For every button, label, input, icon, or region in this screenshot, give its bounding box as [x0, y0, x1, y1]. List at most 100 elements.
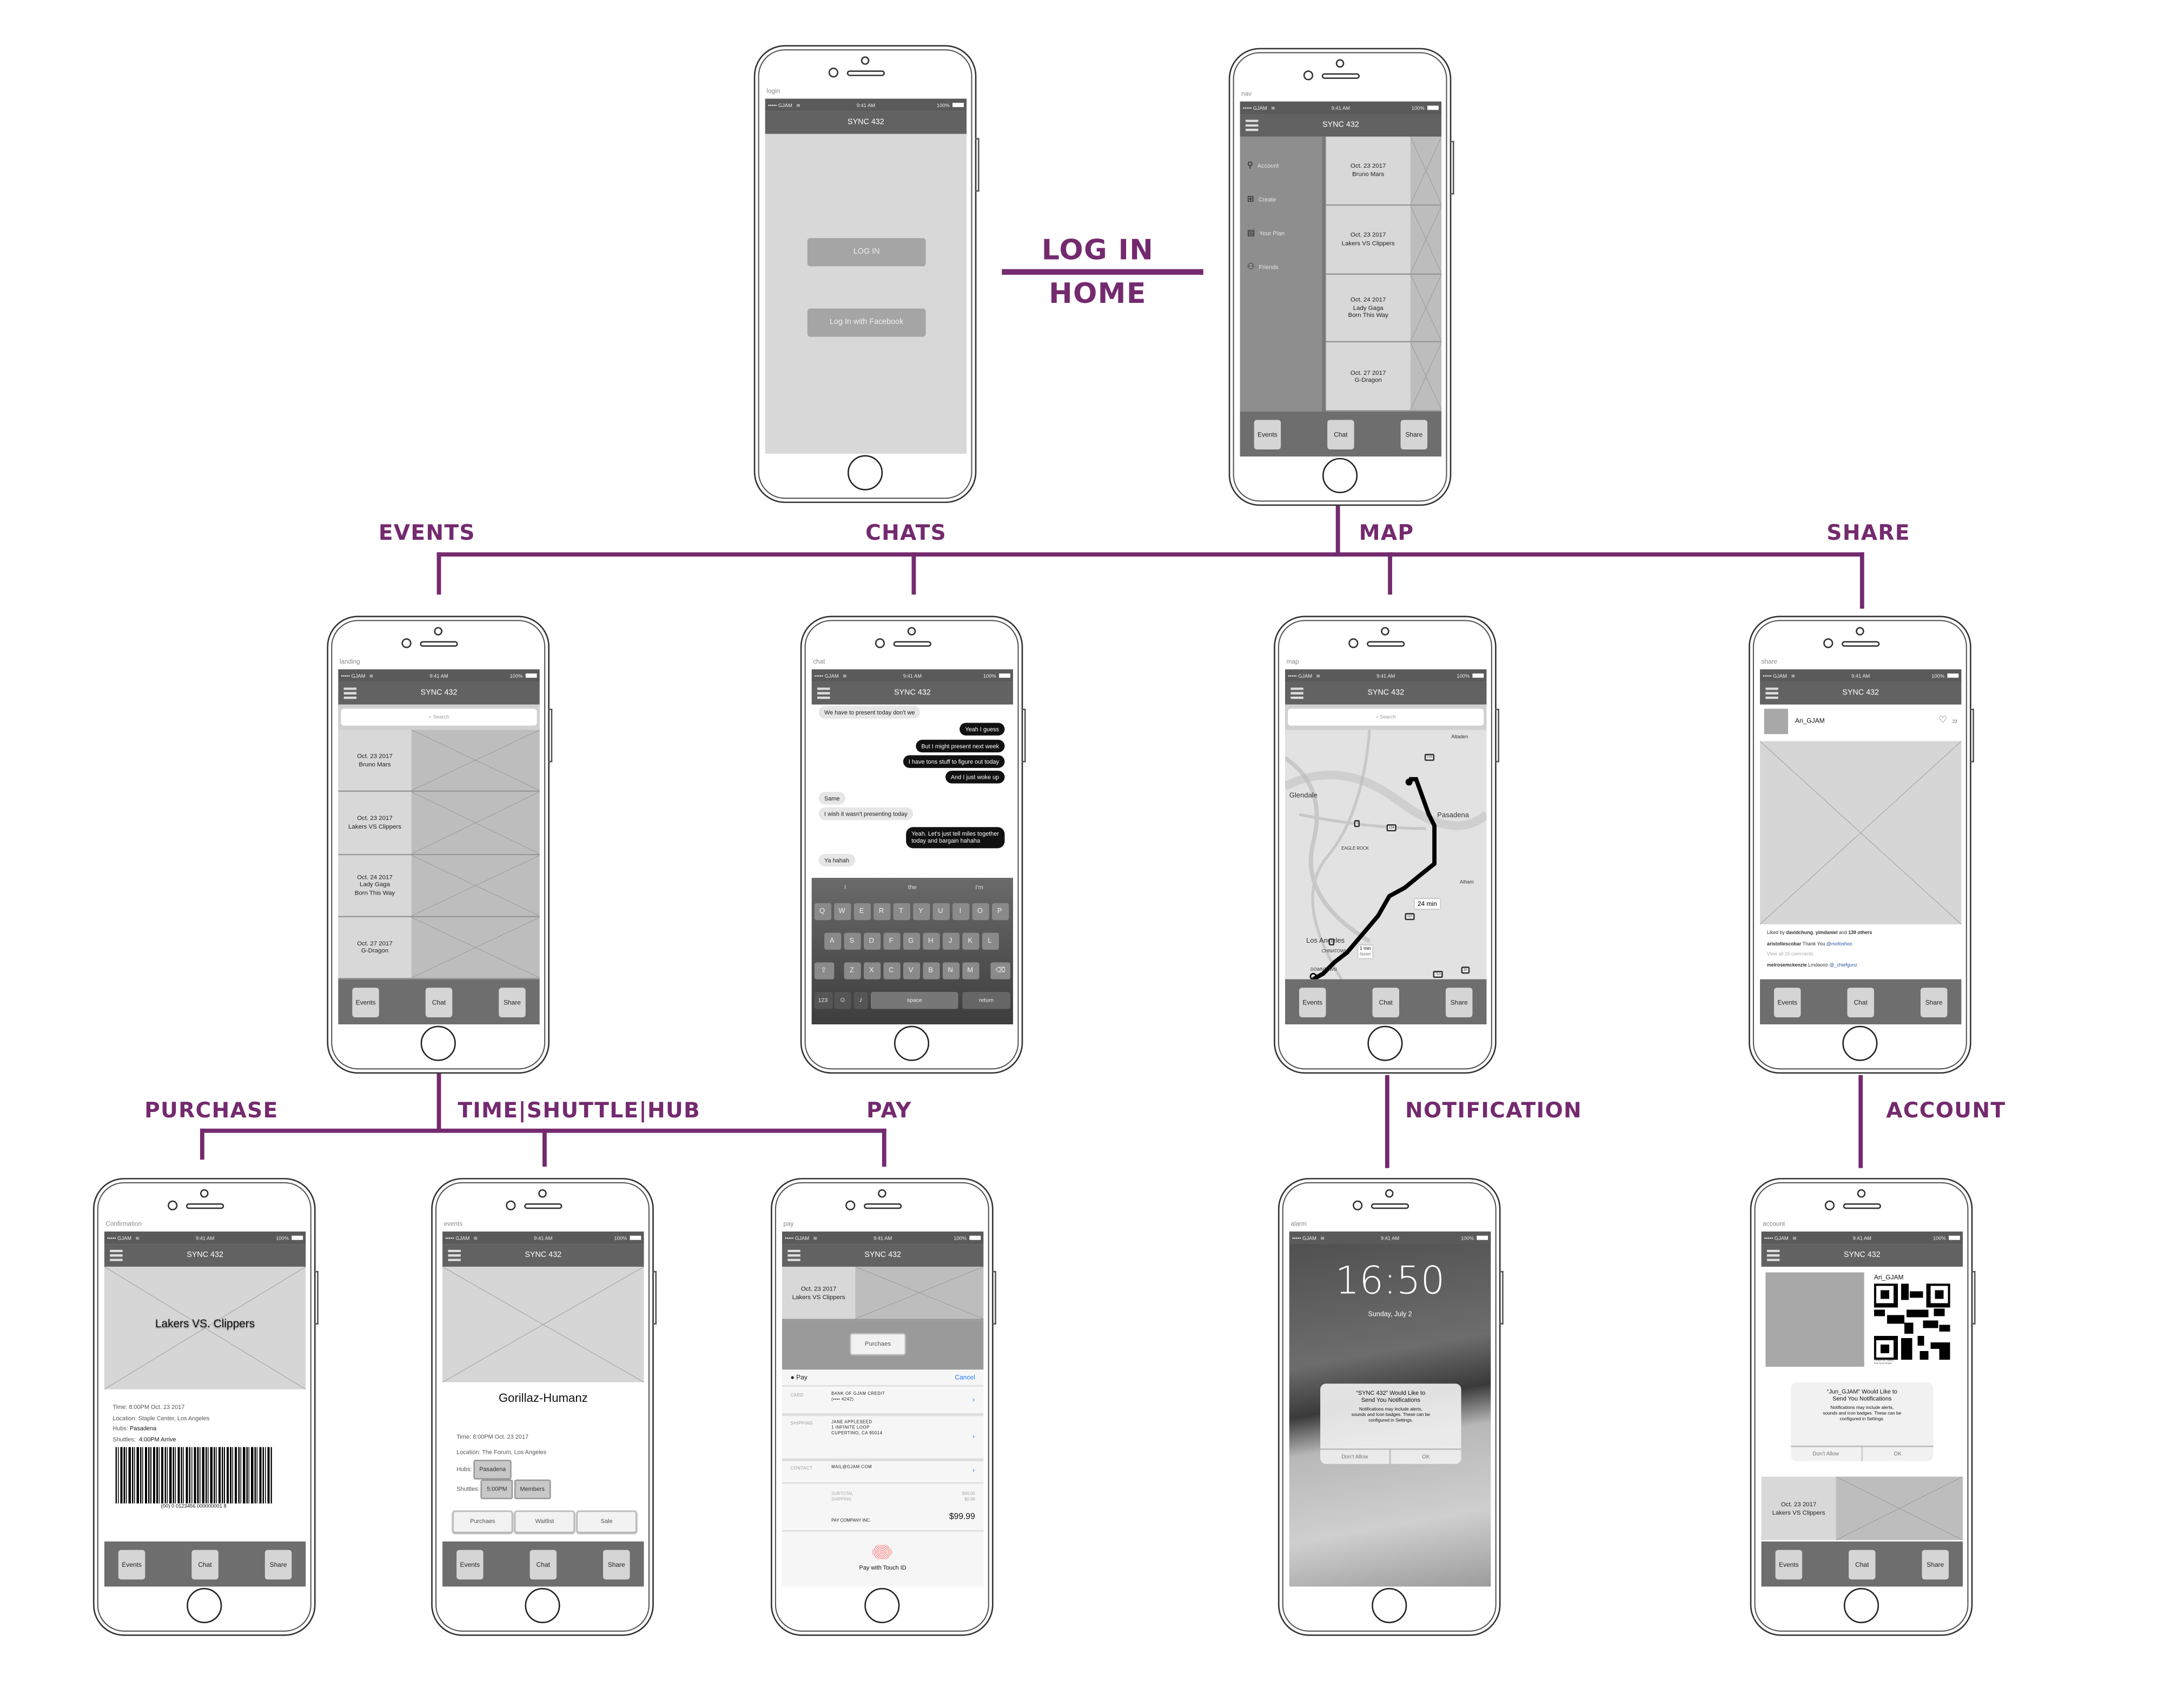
tab-events[interactable]: Events — [1775, 1550, 1803, 1580]
dont-allow-button[interactable]: Don’t Allow — [1791, 1447, 1862, 1461]
key-k[interactable]: K — [962, 932, 979, 950]
hamburger-menu-icon[interactable] — [1765, 687, 1778, 699]
key-h[interactable]: H — [922, 932, 939, 950]
emoji-key-icon[interactable]: ☺ — [834, 992, 851, 1009]
map-view[interactable]: Glendale Pasadena Los Angeles Altaden Alham E… — [1285, 730, 1487, 979]
route-time-label[interactable]: 24 min — [1414, 899, 1440, 909]
home-button[interactable] — [420, 1025, 456, 1061]
tab-chat[interactable]: Chat — [1327, 420, 1354, 450]
hamburger-menu-icon[interactable] — [1290, 687, 1303, 699]
pay-row-shipping[interactable]: SHIPPING JANE APPLESEED 1 INFINITE LOOP C… — [782, 1413, 984, 1461]
key-a[interactable]: A — [823, 932, 841, 950]
event-list-item[interactable]: Oct. 24 2017 Lady Gaga Born This Way — [1326, 274, 1442, 343]
hamburger-menu-icon[interactable] — [110, 1249, 123, 1261]
key-v[interactable]: V — [902, 962, 919, 979]
ok-button[interactable]: OK — [1391, 1450, 1461, 1464]
key-p[interactable]: P — [991, 903, 1009, 921]
hamburger-menu-icon[interactable] — [817, 687, 830, 699]
members-chip[interactable]: Members — [514, 1479, 551, 1499]
search-input[interactable]: ⌕ Search — [341, 709, 537, 726]
home-button[interactable] — [894, 1025, 930, 1061]
purchase-button[interactable]: Purchaes — [849, 1333, 906, 1356]
waitlist-button[interactable]: Waitlist — [514, 1510, 575, 1533]
event-card[interactable]: Oct. 23 2017 Lakers VS Clippers — [782, 1267, 984, 1321]
key-d[interactable]: D — [863, 932, 880, 950]
tab-events[interactable]: Events — [352, 988, 379, 1017]
key-x[interactable]: X — [863, 962, 880, 979]
tab-chat[interactable]: Chat — [191, 1550, 219, 1580]
key-o[interactable]: O — [971, 903, 989, 921]
tab-share[interactable]: Share — [1445, 988, 1473, 1017]
space-key[interactable]: space — [871, 992, 958, 1009]
view-all-comments-link[interactable]: View all 15 comments — [1767, 950, 1872, 961]
home-button[interactable] — [1322, 458, 1358, 493]
keyboard-suggestion[interactable]: I'm — [946, 878, 1013, 897]
tab-share[interactable]: Share — [499, 988, 526, 1017]
event-list-item[interactable]: Oct. 24 2017 Lady Gaga Born This Way — [338, 855, 540, 917]
hamburger-menu-icon[interactable] — [1245, 120, 1259, 131]
return-key[interactable]: return — [962, 992, 1010, 1009]
pay-with-touch-id[interactable]: Pay with Touch ID — [782, 1564, 984, 1571]
pay-row-card[interactable]: CARD BANK OF GJAM CREDIT (•••• 4242) › — [782, 1385, 984, 1416]
home-button[interactable] — [848, 455, 883, 491]
home-button[interactable] — [1367, 1025, 1403, 1061]
backspace-key-icon[interactable]: ⌫ — [990, 962, 1010, 979]
facebook-login-button[interactable]: Log In with Facebook — [807, 308, 926, 337]
key-c[interactable]: C — [883, 962, 900, 979]
event-list-item[interactable]: Oct. 23 2017 Bruno Mars — [1326, 136, 1442, 206]
home-button[interactable] — [525, 1588, 560, 1624]
key-b[interactable]: B — [922, 962, 939, 979]
key-z[interactable]: Z — [843, 962, 861, 979]
keyboard-suggestion[interactable]: I — [812, 878, 879, 897]
dont-allow-button[interactable]: Don’t Allow — [1320, 1449, 1391, 1464]
shuttle-time-chip[interactable]: 5:00PM — [481, 1479, 513, 1499]
microphone-key-icon[interactable]: ♪ — [853, 992, 868, 1009]
tab-share[interactable]: Share — [1400, 420, 1428, 450]
heart-icon[interactable]: ♡ — [1938, 714, 1947, 725]
tab-chat[interactable]: Chat — [1372, 988, 1399, 1017]
key-u[interactable]: U — [932, 903, 949, 921]
key-i[interactable]: I — [951, 903, 969, 921]
hamburger-menu-icon[interactable] — [787, 1249, 800, 1261]
hamburger-menu-icon[interactable] — [343, 687, 357, 699]
event-list-item[interactable]: Oct. 23 2017 Lakers VS Clippers — [1326, 205, 1442, 274]
key-y[interactable]: Y — [912, 903, 930, 921]
post-username[interactable]: Ari_GJAM — [1795, 717, 1825, 724]
profile-photo[interactable] — [1765, 1272, 1864, 1367]
tab-events[interactable]: Events — [118, 1550, 145, 1580]
tab-events[interactable]: Events — [1254, 420, 1281, 450]
cancel-button[interactable]: Cancel — [955, 1374, 975, 1381]
pay-row-contact[interactable]: CONTACT MAIL@GJAM.COM › — [782, 1458, 984, 1484]
event-list-item[interactable]: Oct. 27 2017 G-Dragon — [338, 917, 540, 979]
side-menu-item-create[interactable]: ⊞ Create — [1247, 195, 1276, 204]
event-card[interactable]: Oct. 23 2017 Lakers VS Clippers — [1761, 1477, 1963, 1540]
side-menu-item-your-plan[interactable]: ▤ Your Plan — [1247, 228, 1285, 239]
home-button[interactable] — [187, 1588, 222, 1624]
side-menu-item-account[interactable]: ⚲ Account — [1247, 161, 1279, 171]
key-t[interactable]: T — [892, 903, 910, 921]
key-w[interactable]: W — [833, 903, 851, 921]
mention-link[interactable]: @mofoshoo — [1826, 941, 1852, 946]
event-list-item[interactable]: Oct. 23 2017 Bruno Mars — [338, 730, 540, 792]
key-r[interactable]: R — [872, 903, 890, 921]
home-button[interactable] — [864, 1588, 900, 1624]
alt-route-label[interactable]: 1 min faster — [1358, 945, 1373, 958]
key-f[interactable]: F — [883, 932, 900, 950]
hamburger-menu-icon[interactable] — [1766, 1249, 1780, 1261]
sale-button[interactable]: Sale — [576, 1510, 637, 1533]
tab-chat[interactable]: Chat — [1849, 1550, 1876, 1580]
home-button[interactable] — [1372, 1588, 1407, 1624]
tab-chat[interactable]: Chat — [1847, 988, 1874, 1017]
tab-share[interactable]: Share — [1920, 988, 1948, 1017]
key-n[interactable]: N — [942, 962, 959, 979]
fingerprint-icon[interactable] — [872, 1544, 892, 1560]
side-menu-item-friends[interactable]: ⚇ Friends — [1247, 262, 1279, 272]
hub-chip[interactable]: Pasadena — [473, 1459, 512, 1480]
key-s[interactable]: S — [843, 932, 861, 950]
key-q[interactable]: Q — [813, 903, 831, 921]
tab-share[interactable]: Share — [264, 1550, 292, 1580]
tab-chat[interactable]: Chat — [530, 1550, 557, 1580]
shift-key-icon[interactable]: ⇧ — [813, 962, 833, 979]
key-j[interactable]: J — [942, 932, 959, 950]
home-button[interactable] — [1842, 1025, 1878, 1061]
